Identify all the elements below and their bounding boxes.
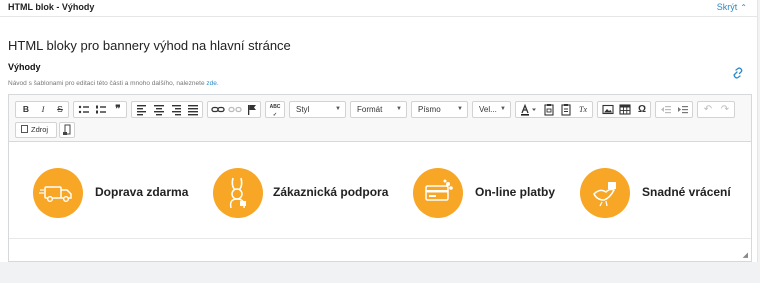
- check-icon: ✓: [272, 112, 278, 118]
- bullet-list-icon[interactable]: [76, 103, 92, 116]
- source-button[interactable]: Zdroj: [15, 122, 57, 138]
- text-style-group: B I S: [15, 101, 69, 118]
- align-left-icon[interactable]: [134, 103, 150, 116]
- bold-button[interactable]: B: [18, 103, 34, 116]
- align-right-icon[interactable]: [168, 103, 184, 116]
- benefit-label: On-line platby: [475, 185, 556, 199]
- indent-icon[interactable]: [675, 103, 691, 116]
- dropdown-arrow-icon: ▼: [500, 106, 506, 112]
- font-dropdown-value: Písmo: [418, 105, 441, 114]
- benefit-label: Snadné vrácení: [642, 185, 731, 199]
- unlink-icon[interactable]: [227, 103, 243, 116]
- link-icon[interactable]: [731, 67, 745, 79]
- page-title: HTML bloky pro bannery výhod na hlavní s…: [8, 38, 291, 53]
- list-group: ❞: [73, 101, 127, 118]
- spellcheck-group: ABC ✓: [265, 101, 285, 118]
- chevron-up-icon: ⌃: [740, 3, 747, 12]
- panel-header: HTML blok - Výhody Skrýt ⌃: [0, 0, 757, 17]
- strike-button[interactable]: S: [52, 103, 68, 116]
- align-group: [131, 101, 203, 118]
- support-bunny-icon: [213, 168, 263, 218]
- benefit-label: Zákaznická podpora: [273, 185, 389, 199]
- indent-group: [655, 101, 693, 118]
- blockquote-button[interactable]: ❞: [110, 103, 126, 116]
- source-icon: [21, 125, 28, 133]
- special-char-button[interactable]: Ω: [634, 103, 650, 116]
- hide-toggle[interactable]: Skrýt ⌃: [717, 2, 747, 12]
- redo-icon[interactable]: ↷: [717, 103, 733, 116]
- spellcheck-button[interactable]: ABC ✓: [267, 103, 283, 118]
- wysiwyg-editor: B I S ❞ ABC ✓ Styl ▼ Formát ▼ Písmo ▼ Ve…: [8, 94, 752, 262]
- paste-word-icon[interactable]: [558, 103, 574, 116]
- editor-toolbar: B I S ❞ ABC ✓ Styl ▼ Formát ▼ Písmo ▼ Ve…: [9, 95, 751, 142]
- insert-link-icon[interactable]: [210, 103, 226, 116]
- source-label: Zdroj: [31, 125, 49, 134]
- color-paste-group: Tx: [515, 101, 593, 118]
- style-dropdown[interactable]: Styl ▼: [289, 101, 346, 118]
- html-block-panel: HTML blok - Výhody Skrýt ⌃ HTML bloky pro…: [0, 0, 758, 262]
- insert-group: Ω: [597, 101, 651, 118]
- document-icon: [63, 124, 71, 135]
- font-dropdown[interactable]: Písmo ▼: [411, 101, 468, 118]
- italic-button[interactable]: I: [35, 103, 51, 116]
- outdent-icon[interactable]: [658, 103, 674, 116]
- dropdown-arrow-icon: ▼: [396, 106, 402, 112]
- size-dropdown-value: Vel...: [479, 105, 497, 114]
- help-text: Návod s šablonami pro editaci této části…: [8, 80, 219, 87]
- history-group: ↶ ↷: [697, 101, 735, 118]
- paste-text-icon[interactable]: [541, 103, 557, 116]
- dropdown-arrow-icon: ▼: [335, 106, 341, 112]
- table-icon[interactable]: [617, 103, 633, 116]
- benefit-label: Doprava zdarma: [95, 185, 189, 199]
- spellcheck-label: ABC: [269, 104, 281, 110]
- help-text-body: Návod s šablonami pro editaci této části…: [8, 80, 205, 87]
- editor-content[interactable]: Doprava zdarma Zákaznická podpora On-lin…: [9, 142, 751, 261]
- return-bird-icon: [580, 168, 630, 218]
- resize-handle-icon[interactable]: ◢: [743, 251, 748, 259]
- remove-format-button[interactable]: Tx: [575, 103, 591, 116]
- hide-label: Skrýt: [716, 2, 738, 12]
- text-color-button[interactable]: [518, 103, 540, 116]
- anchor-flag-icon[interactable]: [244, 103, 260, 116]
- image-icon[interactable]: [600, 103, 616, 116]
- format-dropdown-value: Formát: [357, 105, 383, 114]
- undo-icon[interactable]: ↶: [700, 103, 716, 116]
- format-dropdown[interactable]: Formát ▼: [350, 101, 407, 118]
- maximize-button[interactable]: [59, 122, 75, 138]
- help-text-end: .: [216, 80, 219, 87]
- content-divider: [9, 238, 751, 239]
- numbered-list-icon[interactable]: [93, 103, 109, 116]
- link-group: [207, 101, 261, 118]
- style-dropdown-value: Styl: [296, 105, 310, 114]
- truck-icon: [33, 168, 83, 218]
- help-link[interactable]: zde: [206, 80, 216, 87]
- size-dropdown[interactable]: Vel... ▼: [472, 101, 511, 118]
- panel-title: HTML blok - Výhody: [8, 2, 95, 12]
- field-label: Výhody: [8, 62, 41, 72]
- align-justify-icon[interactable]: [185, 103, 201, 116]
- dropdown-arrow-icon: ▼: [457, 106, 463, 112]
- align-center-icon[interactable]: [151, 103, 167, 116]
- credit-card-icon: [413, 168, 463, 218]
